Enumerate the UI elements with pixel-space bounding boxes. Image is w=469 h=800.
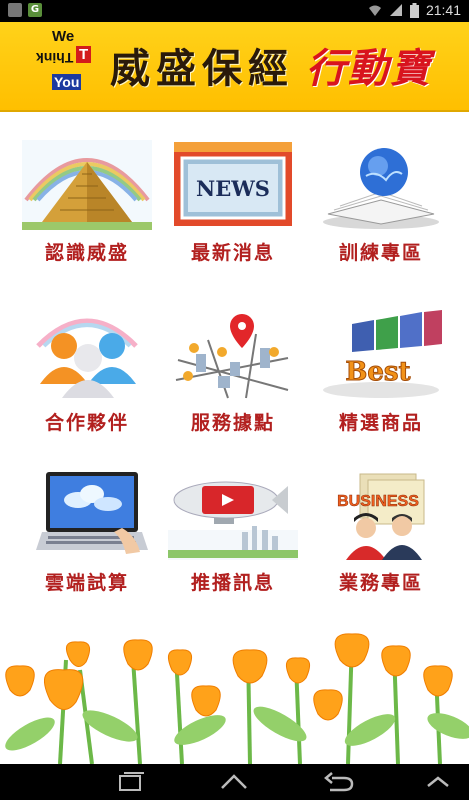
- globe-book-icon: [316, 140, 446, 230]
- menu-locations-label: 服務據點: [190, 412, 275, 434]
- logo-text-think: Think: [36, 50, 74, 66]
- menu-partners[interactable]: 合作夥伴: [12, 310, 162, 435]
- battery-icon: [409, 2, 419, 18]
- cloud-laptop-icon: [22, 470, 152, 560]
- menu-products[interactable]: Best 精選商品: [306, 310, 456, 435]
- app-subtitle: 行動寶: [306, 45, 432, 92]
- g-app-icon: G: [28, 3, 42, 17]
- menu-locations[interactable]: 服務據點: [158, 310, 308, 435]
- menu-about-label: 認識威盛: [44, 242, 129, 264]
- app-header: We Think T You 威盛保經 行動寶: [0, 22, 469, 112]
- menu-push-notify[interactable]: 推播訊息: [158, 470, 308, 595]
- logo-text-t: T: [76, 46, 92, 63]
- wifi-icon: [368, 5, 381, 16]
- app-title: 威盛保經: [110, 45, 294, 92]
- pyramid-icon: [22, 140, 152, 230]
- best-products-icon: Best: [316, 310, 446, 400]
- we-think-you-logo: We Think T You: [36, 26, 94, 104]
- business-icon: BUSINESS: [316, 470, 446, 560]
- signal-icon: [389, 4, 402, 16]
- logo-text-we: We: [52, 28, 75, 45]
- system-navbar: [0, 764, 469, 800]
- best-art-text: Best: [345, 357, 410, 387]
- menu-products-label: 精選商品: [338, 412, 423, 434]
- menu-business[interactable]: BUSINESS 業務專區: [306, 470, 456, 595]
- gallery-icon: [8, 3, 22, 17]
- menu-training-label: 訓練專區: [338, 242, 423, 264]
- business-art-text: BUSINESS: [337, 493, 419, 510]
- menu-up-icon[interactable]: [418, 770, 458, 794]
- map-pin-icon: [168, 310, 298, 400]
- menu-about[interactable]: 認識威盛: [12, 140, 162, 265]
- back-icon[interactable]: [318, 770, 358, 794]
- menu-partners-label: 合作夥伴: [44, 412, 129, 434]
- menu-push-notify-label: 推播訊息: [190, 572, 275, 594]
- status-time: 21:41: [425, 2, 461, 18]
- news-art-text: NEWS: [196, 176, 270, 201]
- news-icon: NEWS: [168, 140, 298, 230]
- menu-news[interactable]: NEWS 最新消息: [158, 140, 308, 265]
- logo-text-you: You: [52, 74, 82, 90]
- menu-cloud-calc-label: 雲端試算: [44, 572, 129, 594]
- menu-cloud-calc[interactable]: 雲端試算: [12, 470, 162, 595]
- flower-banner: [0, 630, 469, 764]
- menu-business-label: 業務專區: [338, 572, 423, 594]
- home-icon[interactable]: [214, 770, 254, 794]
- menu-training[interactable]: 訓練專區: [306, 140, 456, 265]
- partners-icon: [22, 310, 152, 400]
- menu-news-label: 最新消息: [190, 242, 275, 264]
- status-bar: G 21:41: [0, 0, 469, 22]
- airship-icon: [168, 470, 298, 560]
- recent-apps-icon[interactable]: [110, 770, 150, 794]
